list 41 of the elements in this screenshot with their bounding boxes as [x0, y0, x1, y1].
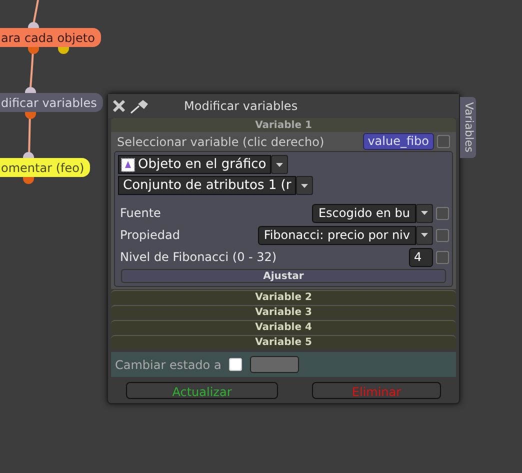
dropdown-button[interactable]: [416, 226, 433, 244]
flow-node[interactable]: ara cada objeto: [0, 28, 101, 47]
section-header[interactable]: Variable 1: [111, 118, 456, 132]
side-tab[interactable]: Variables: [460, 97, 476, 158]
section-header[interactable]: Variable 4: [111, 320, 456, 334]
checkbox[interactable]: [229, 358, 242, 371]
port-icon[interactable]: [58, 47, 69, 54]
object-dropdown[interactable]: Objeto en el gráfico: [118, 155, 272, 174]
select-label: Seleccionar variable (clic derecho): [117, 134, 324, 150]
dropdown-button[interactable]: [416, 204, 433, 222]
attribute-dropdown[interactable]: Conjunto de atributos 1 (r: [118, 176, 296, 195]
caret-icon: [276, 162, 284, 166]
number-field[interactable]: 4: [409, 248, 433, 266]
adjust-button[interactable]: Ajustar: [121, 269, 446, 283]
checkbox[interactable]: [436, 206, 449, 220]
caret-icon: [421, 233, 428, 237]
section-header[interactable]: Variable 3: [111, 305, 456, 319]
object-icon: [121, 158, 135, 172]
checkbox[interactable]: [436, 228, 449, 242]
value-dropdown[interactable]: Escogido en bu: [312, 204, 416, 222]
value-dropdown[interactable]: Fibonacci: precio por niv: [258, 226, 416, 244]
state-field[interactable]: [250, 356, 300, 373]
checkbox[interactable]: [436, 250, 449, 264]
property-label: Propiedad: [119, 227, 181, 244]
property-label: Nivel de Fibonacci (0 - 32): [119, 249, 278, 266]
flow-node[interactable]: dificar variables: [0, 93, 103, 112]
dropdown-button[interactable]: [296, 176, 314, 195]
window-title: Modificar variables: [184, 98, 298, 115]
section-header[interactable]: Variable 2: [111, 290, 456, 304]
variable-tag[interactable]: value_fibo: [362, 133, 434, 150]
close-icon[interactable]: [112, 99, 126, 113]
update-button[interactable]: Actualizar: [126, 382, 278, 399]
section-header[interactable]: Variable 5: [111, 335, 456, 349]
pin-icon[interactable]: [130, 98, 150, 114]
caret-icon: [301, 184, 308, 188]
flow-node[interactable]: omentar (feo): [0, 158, 90, 177]
checkbox[interactable]: [437, 135, 450, 148]
dropdown-button[interactable]: [271, 155, 288, 174]
property-label: Fuente: [119, 205, 162, 222]
caret-icon: [421, 211, 428, 215]
state-label: Cambiar estado a: [115, 356, 222, 374]
